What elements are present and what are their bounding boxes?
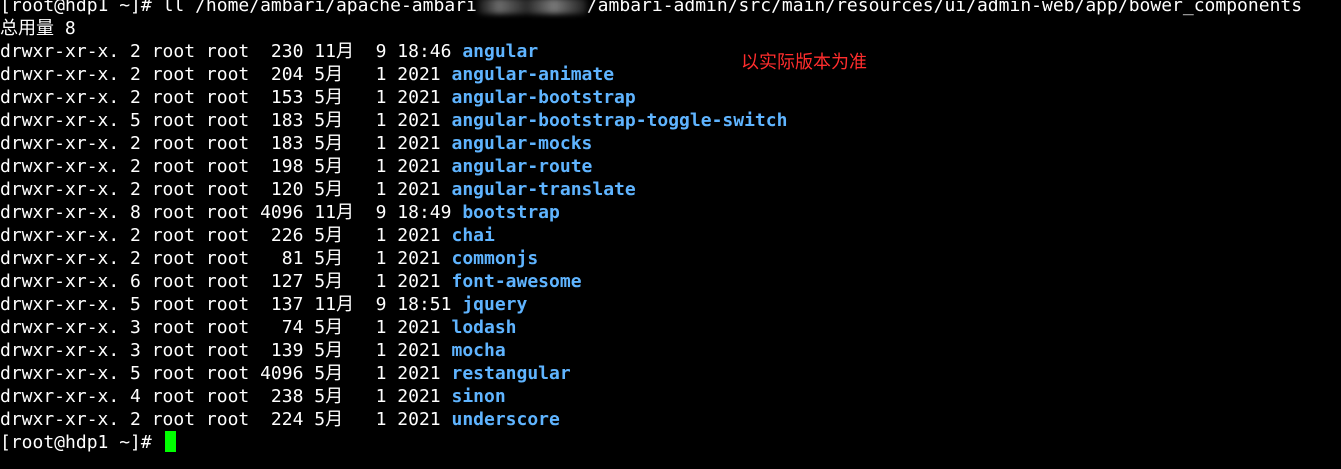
entry-meta: drwxr-xr-x. 2 root root 224 5月 1 2021: [0, 409, 452, 430]
total-line: 总用量 8: [0, 17, 1341, 40]
command-line: [root@hdp1 ~]# ll /home/ambari/apache-am…: [0, 0, 1341, 17]
listing-row: drwxr-xr-x. 3 root root 74 5月 1 2021 lod…: [0, 316, 1341, 339]
entry-meta: drwxr-xr-x. 5 root root 183 5月 1 2021: [0, 110, 452, 131]
entry-meta: drwxr-xr-x. 3 root root 139 5月 1 2021: [0, 340, 452, 361]
entry-meta: drwxr-xr-x. 2 root root 198 5月 1 2021: [0, 156, 452, 177]
entry-meta: drwxr-xr-x. 8 root root 4096 11月 9 18:49: [0, 202, 463, 223]
directory-name: chai: [451, 225, 495, 246]
listing-row: drwxr-xr-x. 2 root root 230 11月 9 18:46 …: [0, 40, 1341, 63]
directory-name: font-awesome: [451, 271, 582, 292]
listing-row: drwxr-xr-x. 4 root root 238 5月 1 2021 si…: [0, 385, 1341, 408]
directory-name: underscore: [451, 409, 560, 430]
entry-meta: drwxr-xr-x. 2 root root 183 5月 1 2021: [0, 133, 452, 154]
directory-name: angular-route: [451, 156, 593, 177]
entry-meta: drwxr-xr-x. 4 root root 238 5月 1 2021: [0, 386, 452, 407]
entry-meta: drwxr-xr-x. 2 root root 226 5月 1 2021: [0, 225, 452, 246]
entry-meta: drwxr-xr-x. 2 root root 153 5月 1 2021: [0, 87, 452, 108]
directory-name: angular: [462, 41, 539, 62]
directory-name: bootstrap: [462, 202, 560, 223]
listing-row: drwxr-xr-x. 2 root root 153 5月 1 2021 an…: [0, 86, 1341, 109]
terminal-window[interactable]: [root@hdp1 ~]# ll /home/ambari/apache-am…: [0, 0, 1341, 469]
entry-meta: drwxr-xr-x. 2 root root 81 5月 1 2021: [0, 248, 452, 269]
listing-row: drwxr-xr-x. 2 root root 81 5月 1 2021 com…: [0, 247, 1341, 270]
command-text-start: ll /home/ambari/apache-ambari: [162, 0, 477, 16]
entry-meta: drwxr-xr-x. 3 root root 74 5月 1 2021: [0, 317, 452, 338]
entry-meta: drwxr-xr-x. 5 root root 4096 5月 1 2021: [0, 363, 452, 384]
listing-row: drwxr-xr-x. 2 root root 224 5月 1 2021 un…: [0, 408, 1341, 431]
listing-row: drwxr-xr-x. 5 root root 4096 5月 1 2021 r…: [0, 362, 1341, 385]
entry-meta: drwxr-xr-x. 2 root root 204 5月 1 2021: [0, 64, 452, 85]
block-cursor-icon: [164, 431, 176, 452]
entry-meta: drwxr-xr-x. 6 root root 127 5月 1 2021: [0, 271, 452, 292]
prompt: [root@hdp1 ~]#: [0, 432, 163, 453]
listing-row: drwxr-xr-x. 6 root root 127 5月 1 2021 fo…: [0, 270, 1341, 293]
directory-name: angular-animate: [451, 64, 615, 85]
listing-row: drwxr-xr-x. 3 root root 139 5月 1 2021 mo…: [0, 339, 1341, 362]
entry-meta: drwxr-xr-x. 5 root root 137 11月 9 18:51: [0, 294, 463, 315]
listing-row: drwxr-xr-x. 5 root root 137 11月 9 18:51 …: [0, 293, 1341, 316]
directory-name: angular-translate: [451, 179, 636, 200]
directory-name: mocha: [451, 340, 506, 361]
redacted-version-blur: [476, 0, 587, 14]
entry-meta: drwxr-xr-x. 2 root root 120 5月 1 2021: [0, 179, 452, 200]
entry-meta: drwxr-xr-x. 2 root root 230 11月 9 18:46: [0, 41, 463, 62]
final-prompt-line[interactable]: [root@hdp1 ~]#: [0, 431, 1341, 454]
directory-name: angular-bootstrap: [451, 87, 636, 108]
directory-name: jquery: [462, 294, 528, 315]
directory-name: angular-bootstrap-toggle-switch: [451, 110, 788, 131]
listing-row: drwxr-xr-x. 2 root root 226 5月 1 2021 ch…: [0, 224, 1341, 247]
command-text-end: /ambari-admin/src/main/resources/ui/admi…: [586, 0, 1303, 16]
listing-row: drwxr-xr-x. 2 root root 204 5月 1 2021 an…: [0, 63, 1341, 86]
directory-name: lodash: [451, 317, 517, 338]
directory-name: angular-mocks: [451, 133, 593, 154]
directory-name: sinon: [451, 386, 506, 407]
total-text: 总用量 8: [0, 18, 76, 39]
listing-row: drwxr-xr-x. 2 root root 120 5月 1 2021 an…: [0, 178, 1341, 201]
directory-name: restangular: [451, 363, 571, 384]
directory-name: commonjs: [451, 248, 539, 269]
prompt: [root@hdp1 ~]#: [0, 0, 163, 16]
listing-row: drwxr-xr-x. 2 root root 198 5月 1 2021 an…: [0, 155, 1341, 178]
listing-row: drwxr-xr-x. 8 root root 4096 11月 9 18:49…: [0, 201, 1341, 224]
annotation-text: 以实际版本为准: [741, 52, 867, 73]
listing-row: drwxr-xr-x. 5 root root 183 5月 1 2021 an…: [0, 109, 1341, 132]
listing-row: drwxr-xr-x. 2 root root 183 5月 1 2021 an…: [0, 132, 1341, 155]
